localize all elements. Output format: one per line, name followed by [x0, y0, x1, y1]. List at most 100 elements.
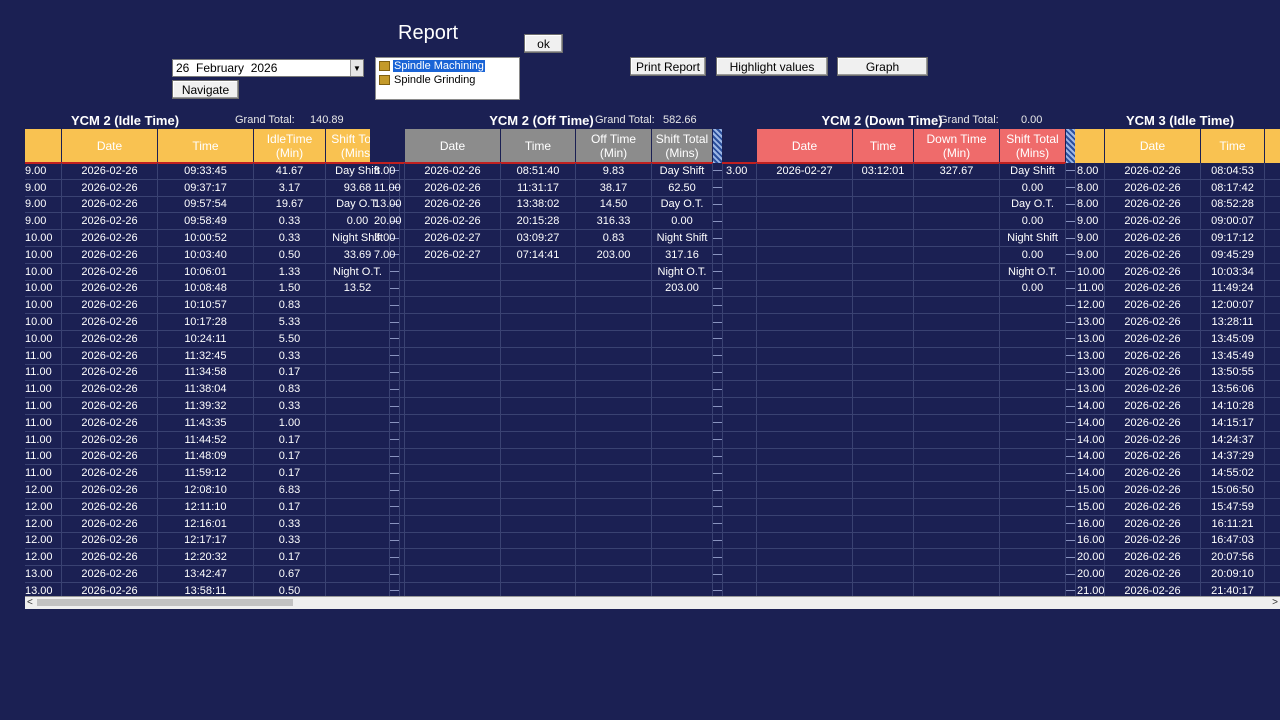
table-row[interactable]	[370, 515, 723, 533]
table-row[interactable]: 3.00 2026-02-27 03:09:27 0.83 Night Shift	[370, 230, 723, 247]
table-row[interactable]	[722, 566, 1076, 583]
table-row[interactable]: 13.00 2026-02-26 13:28:11	[1075, 314, 1280, 331]
table-row[interactable]	[722, 414, 1076, 432]
table-row[interactable]: 15.00 2026-02-26 15:47:59	[1075, 498, 1280, 516]
table-row[interactable]	[722, 482, 1076, 499]
table-row[interactable]: 12.00 2026-02-26 12:00:07	[1075, 297, 1280, 315]
table-row[interactable]	[722, 515, 1076, 533]
table-row[interactable]: 16.00 2026-02-26 16:47:03	[1075, 532, 1280, 550]
table-row[interactable]: 11.00 2026-02-26 11:32:45 0.33	[25, 347, 400, 365]
table-row[interactable]: 13.00 2026-02-26 13:42:47 0.67	[25, 566, 400, 583]
table-row[interactable]: 20.00 2026-02-26 20:15:28 316.33 0.00	[370, 213, 723, 231]
table-row[interactable]	[722, 448, 1076, 466]
table-row[interactable]: 14.00 2026-02-26 14:15:17	[1075, 414, 1280, 432]
table-row[interactable]: 9.00 2026-02-26 09:37:17 3.17 93.68	[25, 179, 400, 197]
table-row[interactable]: 14.00 2026-02-26 14:24:37	[1075, 431, 1280, 449]
table-row[interactable]	[722, 431, 1076, 449]
table-row[interactable]: 15.00 2026-02-26 15:06:50	[1075, 482, 1280, 499]
column-header[interactable]: Time	[158, 129, 254, 163]
column-header[interactable]: Shift Total (Mins)	[1000, 129, 1066, 163]
navigate-button[interactable]: Navigate	[172, 80, 239, 99]
table-row[interactable]: 8.00 2026-02-26 08:04:53	[1075, 163, 1280, 180]
table-row[interactable]: 10.00 2026-02-26 10:03:40 0.50 33.69	[25, 246, 400, 264]
highlight-values-button[interactable]: Highlight values	[716, 57, 828, 76]
column-header[interactable]: Off Time (Min)	[576, 129, 652, 163]
table-row[interactable]: 12.00 2026-02-26 12:16:01 0.33	[25, 515, 400, 533]
table-row[interactable]: 13.00 2026-02-26 13:58:11 0.50	[25, 582, 400, 596]
table-row[interactable]: 10.00 2026-02-26 10:03:34	[1075, 263, 1280, 281]
table-row[interactable]: 9.00 2026-02-26 09:33:45 41.67 Day Shift	[25, 163, 400, 180]
table-row[interactable]: 7.00 2026-02-27 07:14:41 203.00 317.16	[370, 246, 723, 264]
scroll-right-icon[interactable]: >	[1272, 597, 1278, 608]
table-row[interactable]	[370, 465, 723, 483]
table-row[interactable]: Night O.T.	[370, 263, 723, 281]
column-header[interactable]: Date	[405, 129, 501, 163]
table-row[interactable]: 12.00 2026-02-26 12:11:10 0.17	[25, 498, 400, 516]
table-row[interactable]: 10.00 2026-02-26 10:24:11 5.50	[25, 330, 400, 348]
table-row[interactable]: 10.00 2026-02-26 10:10:57 0.83	[25, 297, 400, 315]
table-row[interactable]: 9.00 2026-02-26 09:17:12	[1075, 230, 1280, 247]
table-row[interactable]	[370, 582, 723, 596]
table-row[interactable]: 10.00 2026-02-26 10:17:28 5.33	[25, 314, 400, 331]
table-row[interactable]: 9.00 2026-02-26 09:45:29	[1075, 246, 1280, 264]
table-row[interactable]: 11.00 2026-02-26 11:59:12 0.17	[25, 465, 400, 483]
table-row[interactable]	[722, 582, 1076, 596]
column-header[interactable]	[1265, 129, 1280, 163]
table-row[interactable]: Night Shift	[722, 230, 1076, 247]
table-row[interactable]: 9.00 2026-02-26 09:00:07	[1075, 213, 1280, 231]
table-row[interactable]: 8.00 2026-02-26 08:51:40 9.83 Day Shift	[370, 163, 723, 180]
table-row[interactable]: 10.00 2026-02-26 10:08:48 1.50 13.52	[25, 280, 400, 298]
table-row[interactable]	[722, 398, 1076, 415]
table-row[interactable]: 13.00 2026-02-26 13:38:02 14.50 Day O.T.	[370, 196, 723, 214]
column-header[interactable]: Time	[1201, 129, 1265, 163]
table-row[interactable]: Day O.T.	[722, 196, 1076, 214]
table-row[interactable]	[722, 465, 1076, 483]
table-row[interactable]	[370, 414, 723, 432]
table-row[interactable]: 3.00 2026-02-27 03:12:01 327.67 Day Shift	[722, 163, 1076, 180]
list-item[interactable]: Spindle Machining	[376, 59, 519, 72]
column-header[interactable]: Date	[62, 129, 158, 163]
table-row[interactable]: 20.00 2026-02-26 20:07:56	[1075, 549, 1280, 567]
table-row[interactable]: 12.00 2026-02-26 12:17:17 0.33	[25, 532, 400, 550]
table-row[interactable]	[722, 549, 1076, 567]
table-row[interactable]: 13.00 2026-02-26 13:56:06	[1075, 381, 1280, 399]
table-row[interactable]	[370, 498, 723, 516]
table-row[interactable]	[370, 314, 723, 331]
table-row[interactable]	[722, 297, 1076, 315]
machine-listbox[interactable]: Spindle Machining Spindle Grinding	[375, 57, 520, 100]
table-row[interactable]: 12.00 2026-02-26 12:08:10 6.83	[25, 482, 400, 499]
column-header[interactable]: Time	[853, 129, 914, 163]
table-row[interactable]	[370, 297, 723, 315]
horizontal-scrollbar[interactable]: < >	[25, 596, 1280, 609]
scroll-left-icon[interactable]: <	[27, 597, 33, 608]
graph-button[interactable]: Graph	[837, 57, 928, 76]
table-row[interactable]: 0.00	[722, 280, 1076, 298]
date-picker[interactable]: 26 February 2026 ▼	[172, 59, 364, 77]
table-row[interactable]	[370, 398, 723, 415]
table-row[interactable]: 11.00 2026-02-26 11:34:58 0.17	[25, 364, 400, 382]
table-row[interactable]	[722, 498, 1076, 516]
table-row[interactable]	[722, 314, 1076, 331]
table-row[interactable]: 12.00 2026-02-26 12:20:32 0.17	[25, 549, 400, 567]
table-row[interactable]	[370, 347, 723, 365]
table-row[interactable]: Night O.T.	[722, 263, 1076, 281]
column-header[interactable]: Date	[1105, 129, 1201, 163]
table-row[interactable]	[370, 364, 723, 382]
table-row[interactable]	[722, 532, 1076, 550]
table-row[interactable]	[722, 330, 1076, 348]
column-header[interactable]: Date	[757, 129, 853, 163]
table-row[interactable]	[370, 566, 723, 583]
table-row[interactable]: 203.00	[370, 280, 723, 298]
table-row[interactable]: 8.00 2026-02-26 08:52:28	[1075, 196, 1280, 214]
column-header[interactable]: IdleTime (Min)	[254, 129, 326, 163]
table-row[interactable]: 13.00 2026-02-26 13:45:49	[1075, 347, 1280, 365]
table-row[interactable]: 11.00 2026-02-26 11:39:32 0.33	[25, 398, 400, 415]
table-row[interactable]	[370, 482, 723, 499]
table-row[interactable]	[722, 364, 1076, 382]
table-row[interactable]: 11.00 2026-02-26 11:44:52 0.17	[25, 431, 400, 449]
table-row[interactable]	[370, 448, 723, 466]
table-row[interactable]	[370, 431, 723, 449]
table-row[interactable]: 14.00 2026-02-26 14:10:28	[1075, 398, 1280, 415]
table-row[interactable]: 0.00	[722, 179, 1076, 197]
table-row[interactable]: 9.00 2026-02-26 09:57:54 19.67 Day O.T.	[25, 196, 400, 214]
